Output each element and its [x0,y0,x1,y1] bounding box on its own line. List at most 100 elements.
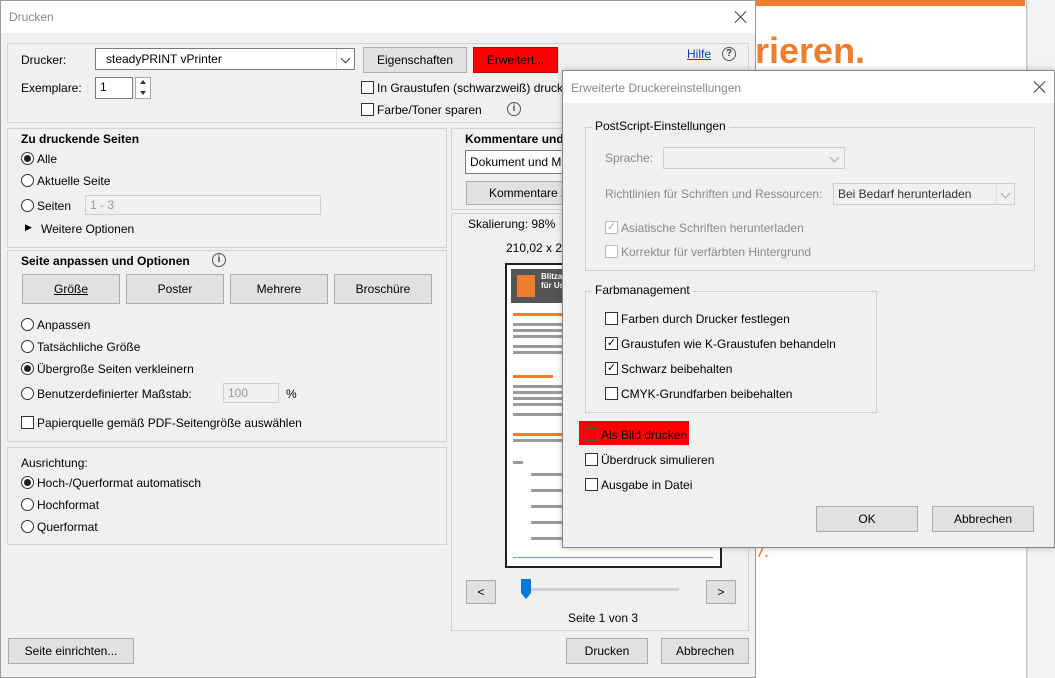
color-correction-label: Korrektur für verfärbten Hintergrund [621,245,812,259]
shrink-radio[interactable] [21,362,34,375]
actual-size-label: Tatsächliche Größe [37,340,141,354]
portrait-label: Hochformat [37,498,100,512]
advanced-button[interactable]: Erweitert... [473,47,558,73]
auto-orientation-radio[interactable] [21,476,34,489]
font-policy-label: Richtlinien für Schriften und Ressourcen… [605,187,823,201]
copies-label: Exemplare: [21,81,82,95]
current-page-radio[interactable] [21,174,34,187]
chevron-down-icon [826,148,844,168]
size-button[interactable]: Größe [22,274,120,304]
print-as-image-label: Als Bild drucken [601,428,688,442]
close-icon[interactable] [734,10,748,24]
print-button[interactable]: Drucken [566,638,648,664]
page-setup-button[interactable]: Seite einrichten... [8,638,134,664]
triangle-right-icon[interactable]: ▶ [25,222,32,233]
info-icon[interactable]: i [212,253,226,267]
print-dialog-titlebar: Drucken [1,1,755,33]
simulate-overprint-checkbox[interactable] [585,453,598,466]
comments-summary-button[interactable]: Kommentare z [466,181,576,205]
fit-radio[interactable] [21,318,34,331]
ok-button[interactable]: OK [816,506,918,532]
page-slider-track[interactable] [521,588,679,591]
cancel-button[interactable]: Abbrechen [661,638,749,664]
help-icon[interactable]: ? [722,47,736,61]
language-label: Sprache: [605,151,654,165]
stepper-up-icon[interactable] [140,80,146,84]
multiple-button[interactable]: Mehrere [230,274,328,304]
keep-black-checkbox[interactable]: ✓ [605,362,618,375]
portrait-radio[interactable] [21,498,34,511]
simulate-overprint-label: Überdruck simulieren [601,453,715,467]
save-toner-checkbox[interactable] [361,103,374,116]
print-dialog-title: Drucken [9,10,54,24]
keep-black-label: Schwarz beibehalten [621,362,733,376]
grayscale-label: In Graustufen (schwarzweiß) drucken [377,81,577,95]
properties-button[interactable]: Eigenschaften [363,47,467,73]
help-link[interactable]: Hilfe [687,47,711,61]
landscape-radio[interactable] [21,520,34,533]
fit-section-title: Seite anpassen und Optionen [21,254,190,268]
stepper-down-icon[interactable] [140,91,146,95]
custom-scale-input[interactable]: 100 [223,383,279,403]
grayscale-k-label: Graustufen wie K-Graustufen behandeln [621,337,836,351]
comments-section-title: Kommentare und [465,132,564,146]
shrink-label: Übergroße Seiten verkleinern [37,362,194,376]
advanced-settings-dialog: Erweiterte Druckereinstellungen PostScri… [562,70,1055,548]
advanced-dialog-titlebar: Erweiterte Druckereinstellungen [563,71,1054,103]
document-heading: rieren. [755,30,866,71]
all-pages-label: Alle [37,152,58,166]
orientation-title: Ausrichtung: [21,456,88,470]
postscript-group-title: PostScript-Einstellungen [592,119,729,133]
fit-label: Anpassen [37,318,91,332]
copies-stepper[interactable] [135,77,151,99]
booklet-button[interactable]: Broschüre [334,274,432,304]
page-range-input[interactable]: 1 - 3 [85,195,321,215]
actual-size-radio[interactable] [21,340,34,353]
preview-footer-rule [513,557,713,558]
grayscale-k-checkbox[interactable]: ✓ [605,337,618,350]
all-pages-radio[interactable] [21,152,34,165]
poster-button[interactable]: Poster [126,274,224,304]
output-to-file-checkbox[interactable] [585,478,598,491]
copies-input[interactable]: 1 [95,77,133,99]
font-policy-select[interactable]: Bei Bedarf herunterladen [833,183,1015,205]
page-range-label: Seiten [37,199,72,213]
printer-colors-checkbox[interactable] [605,312,618,325]
language-select[interactable] [663,147,845,169]
scaling-label: Skalierung: 98% [468,217,556,231]
chevron-down-icon [996,184,1014,204]
paper-source-label: Papierquelle gemäß PDF-Seitengröße auswä… [37,416,302,430]
current-page-label: Aktuelle Seite [37,174,111,188]
advanced-cancel-button[interactable]: Abbrechen [932,506,1034,532]
more-options-toggle[interactable]: Weitere Optionen [41,222,134,236]
page-range-radio[interactable] [21,199,34,212]
keep-cmyk-checkbox[interactable] [605,387,618,400]
previous-page-button[interactable]: < [466,580,496,604]
printer-select[interactable]: steadyPRINT vPrinter [95,48,355,70]
save-toner-label: Farbe/Toner sparen [377,103,482,117]
printer-label: Drucker: [21,53,67,67]
auto-orientation-label: Hoch-/Querformat automatisch [37,476,202,490]
pages-section-title: Zu druckende Seiten [21,132,140,146]
preview-line [513,461,523,464]
user-icon [517,275,535,297]
keep-cmyk-label: CMYK-Grundfarben beibehalten [621,387,793,401]
paper-source-checkbox[interactable] [21,416,34,429]
grayscale-checkbox[interactable] [361,81,374,94]
asian-fonts-checkbox[interactable]: ✓ [605,221,618,234]
next-page-button[interactable]: > [706,580,736,604]
print-as-image-checkbox[interactable] [585,428,598,441]
info-icon[interactable]: i [507,102,521,116]
chevron-down-icon [336,49,354,69]
color-management-group-title: Farbmanagement [592,283,693,297]
output-to-file-label: Ausgabe in Datei [601,478,693,492]
preview-line [513,375,553,378]
percent-label: % [286,387,297,401]
asian-fonts-label: Asiatische Schriften herunterladen [621,221,804,235]
printer-select-value: steadyPRINT vPrinter [106,52,222,66]
printer-colors-label: Farben durch Drucker festlegen [621,312,790,326]
close-icon[interactable] [1033,80,1047,94]
color-correction-checkbox[interactable] [605,245,618,258]
custom-scale-radio[interactable] [21,387,34,400]
document-top-rule [755,0,1025,6]
